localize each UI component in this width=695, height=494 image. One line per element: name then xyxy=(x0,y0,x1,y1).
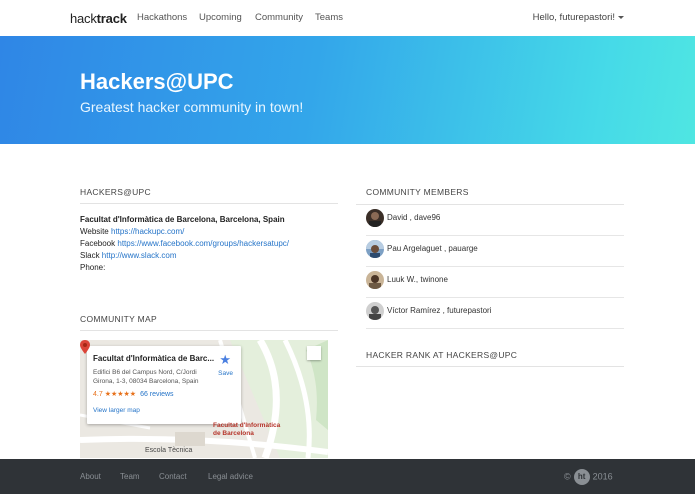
hacktrack-logo-icon: ht xyxy=(573,469,590,485)
nav-community[interactable]: Community xyxy=(255,12,303,23)
footer-legal-link[interactable]: Legal advice xyxy=(208,472,253,481)
footer-contact-link[interactable]: Contact xyxy=(159,472,187,481)
rank-heading: HACKER RANK AT HACKERS@UPC xyxy=(366,350,518,360)
copyright-symbol: © xyxy=(564,471,571,482)
place-address: Edifici B6 del Campus Nord, C/Jordi Giro… xyxy=(93,369,199,385)
divider xyxy=(80,203,338,204)
member-info: David , dave96 xyxy=(387,213,441,222)
member-handle: futurepastori xyxy=(447,306,492,315)
divider xyxy=(80,330,338,331)
member-info: Víctor Ramírez , futurepastori xyxy=(387,306,492,315)
community-map[interactable]: Facultat d'Informàtica de Barc... Edific… xyxy=(80,340,328,458)
member-row[interactable]: Pau Argelaguet , pauarge xyxy=(366,236,624,267)
map-heading: COMMUNITY MAP xyxy=(80,314,157,324)
slack-link[interactable]: http://www.slack.com xyxy=(102,251,177,260)
user-greeting: Hello, futurepastori! xyxy=(532,12,615,23)
user-menu-dropdown[interactable]: Hello, futurepastori! xyxy=(533,12,624,23)
member-name: Pau Argelaguet xyxy=(387,244,442,253)
place-rating: 4.7 ★★★★★ 66 reviews xyxy=(93,390,174,398)
save-link[interactable]: Save xyxy=(218,370,233,377)
nav-hackathons[interactable]: Hackathons xyxy=(137,12,187,23)
member-info: Luuk W., twinone xyxy=(387,275,448,284)
website-link[interactable]: https://hackupc.com/ xyxy=(111,227,184,236)
footer-team-link[interactable]: Team xyxy=(120,472,140,481)
copyright-year: 2016 xyxy=(592,471,613,482)
brand-logo[interactable]: hacktrack xyxy=(70,11,127,26)
view-larger-map-link[interactable]: View larger map xyxy=(93,407,140,414)
facebook-label: Facebook xyxy=(80,239,116,248)
community-info: Facultat d'Informàtica de Barcelona, Bar… xyxy=(80,214,289,274)
phone-label: Phone: xyxy=(80,263,106,272)
place-info-card: Facultat d'Informàtica de Barc... Edific… xyxy=(87,346,241,424)
member-handle: twinone xyxy=(420,275,448,284)
save-star-icon[interactable]: ★ xyxy=(219,352,231,368)
street-label: Escola Tècnica xyxy=(145,447,193,454)
community-subtitle: Greatest hacker community in town! xyxy=(80,99,304,115)
divider xyxy=(356,366,624,367)
member-row[interactable]: Víctor Ramírez , futurepastori xyxy=(366,298,624,329)
member-name: Luuk W. xyxy=(387,275,416,284)
footer-copyright: © ht 2016 xyxy=(564,469,613,485)
brand-light-text: hack xyxy=(70,11,97,26)
map-pin-icon[interactable] xyxy=(80,340,90,354)
slack-label: Slack xyxy=(80,251,100,260)
info-heading: HACKERS@UPC xyxy=(80,187,151,197)
caret-down-icon xyxy=(618,15,624,19)
avatar xyxy=(366,209,384,227)
brand-bold-text: track xyxy=(96,11,127,26)
address-text: Facultat d'Informàtica de Barcelona, Bar… xyxy=(80,215,285,224)
page-footer: About Team Contact Legal advice © ht 2016 xyxy=(0,459,695,494)
avatar xyxy=(366,240,384,258)
member-handle: pauarge xyxy=(448,244,478,253)
avatar xyxy=(366,302,384,320)
avatar xyxy=(366,271,384,289)
pin-label: Facultat d'Informàtica de Barcelona xyxy=(213,422,280,438)
reviews-link[interactable]: 66 reviews xyxy=(140,391,173,398)
website-label: Website xyxy=(80,227,109,236)
member-name: David xyxy=(387,213,408,222)
nav-upcoming[interactable]: Upcoming xyxy=(199,12,242,23)
fullscreen-icon[interactable] xyxy=(307,346,321,360)
place-title: Facultat d'Informàtica de Barc... xyxy=(93,354,215,363)
member-name: Víctor Ramírez xyxy=(387,306,441,315)
rating-value: 4.7 xyxy=(93,391,103,398)
hero-banner: Hackers@UPC Greatest hacker community in… xyxy=(0,36,695,144)
nav-teams[interactable]: Teams xyxy=(315,12,343,23)
member-info: Pau Argelaguet , pauarge xyxy=(387,244,478,253)
members-heading: COMMUNITY MEMBERS xyxy=(366,187,469,197)
member-row[interactable]: Luuk W., twinone xyxy=(366,267,624,298)
member-handle: dave96 xyxy=(414,213,441,222)
star-icon: ★★★★★ xyxy=(104,391,137,398)
pin-label-line1: Facultat d'Informàtica xyxy=(213,422,281,429)
top-navbar: hacktrack Hackathons Upcoming Community … xyxy=(0,0,695,36)
community-title: Hackers@UPC xyxy=(80,69,234,94)
member-row[interactable]: David , dave96 xyxy=(366,205,624,236)
footer-about-link[interactable]: About xyxy=(80,472,101,481)
pin-label-line2: de Barcelona xyxy=(213,430,254,437)
facebook-link[interactable]: https://www.facebook.com/groups/hackersa… xyxy=(117,239,289,248)
